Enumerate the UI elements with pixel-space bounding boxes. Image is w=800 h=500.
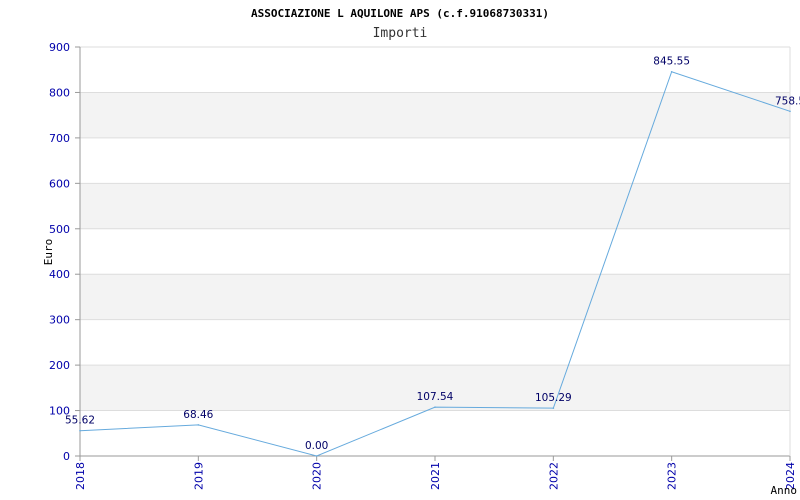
x-tick-label: 2020 — [311, 462, 324, 490]
y-tick-label: 700 — [49, 132, 70, 145]
x-tick-label: 2023 — [666, 462, 679, 490]
data-label: 55.62 — [65, 415, 95, 427]
data-point — [197, 424, 200, 426]
grid-band — [80, 92, 790, 138]
x-axis-label: Anno — [771, 484, 798, 497]
data-label: 0.00 — [305, 440, 328, 452]
y-tick-label: 300 — [49, 314, 70, 327]
x-axis-ticks: 2018 2019 2020 2021 2022 2023 2024 — [74, 456, 797, 490]
grid-band — [80, 274, 790, 320]
grid-band — [80, 183, 790, 229]
data-label: 845.55 — [653, 56, 690, 68]
x-tick-label: 2022 — [547, 462, 560, 490]
line-chart: 0100200300400500600700800900 2018 2019 202… — [42, 7, 800, 497]
data-point — [315, 455, 318, 457]
y-tick-label: 200 — [49, 359, 70, 372]
data-label: 107.54 — [417, 391, 454, 403]
grid-band — [80, 365, 790, 411]
y-tick-label: 0 — [63, 450, 70, 463]
data-point — [670, 70, 673, 73]
data-point — [79, 429, 81, 432]
y-tick-label: 400 — [49, 268, 70, 281]
data-label: 105.29 — [535, 392, 572, 404]
data-point — [434, 406, 436, 408]
x-tick-label: 2021 — [429, 462, 442, 490]
y-axis-label: Euro — [42, 239, 55, 266]
data-point — [789, 110, 791, 113]
y-tick-label: 500 — [49, 223, 70, 236]
chart-title: ASSOCIAZIONE L AQUILONE APS (c.f.9106873… — [251, 7, 549, 20]
grid-bands — [80, 92, 790, 411]
y-tick-label: 800 — [49, 86, 70, 99]
chart-subtitle: Importi — [373, 26, 428, 41]
y-tick-label: 900 — [49, 41, 70, 54]
x-tick-label: 2018 — [74, 462, 87, 490]
y-tick-label: 600 — [49, 177, 70, 190]
data-label: 758.5 — [775, 95, 800, 107]
data-point — [552, 407, 555, 409]
data-label: 68.46 — [183, 409, 213, 421]
x-tick-label: 2019 — [192, 462, 205, 490]
